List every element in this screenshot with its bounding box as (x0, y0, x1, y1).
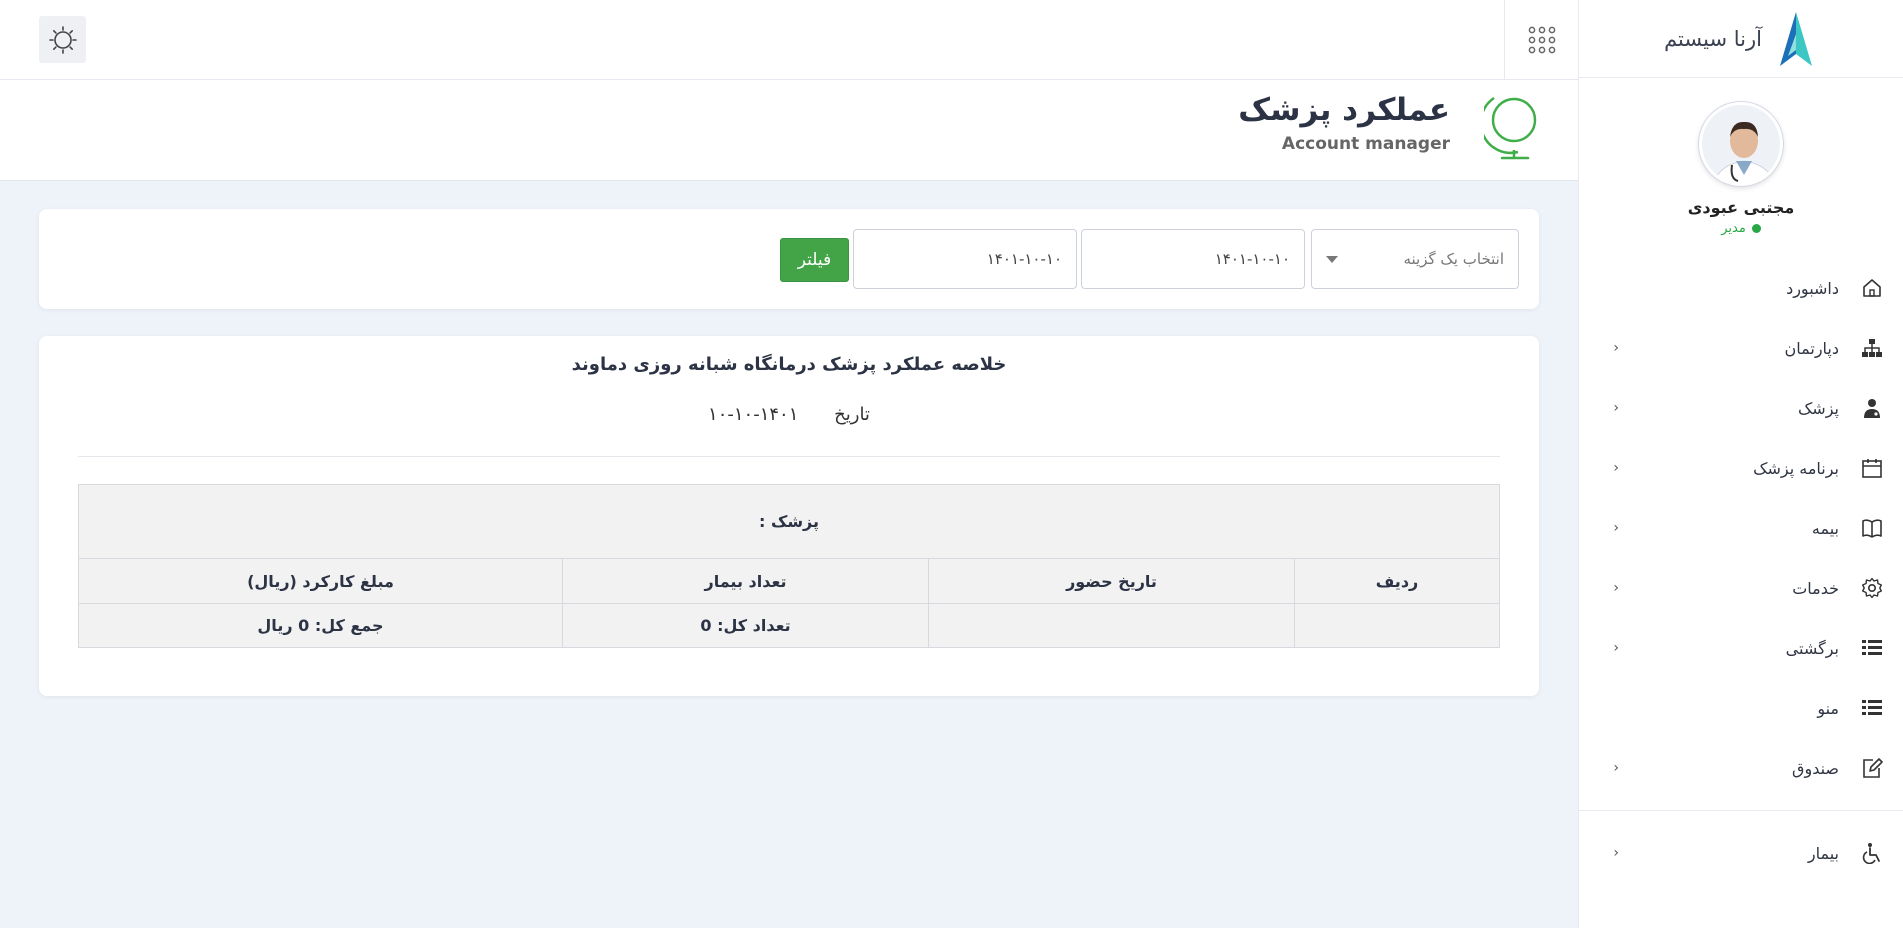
page-title: عملکرد پزشک (1238, 92, 1450, 128)
chevron-left-icon: ‹ (1613, 520, 1619, 536)
doctor-header: پزشک : (78, 484, 1500, 559)
sidebar-item-cashbox[interactable]: صندوق ‹ (1579, 738, 1903, 798)
select-placeholder: انتخاب یک گزینه (1403, 250, 1504, 268)
chevron-left-icon: ‹ (1613, 400, 1619, 416)
column-header: ردیف (1294, 558, 1500, 604)
sidebar-item-patient[interactable]: بیمار ‹ (1579, 823, 1903, 883)
chevron-left-icon: ‹ (1613, 580, 1619, 596)
home-icon (1859, 276, 1885, 300)
sidebar: آرنا سیستم مجتبی عبودی مدیر داشبورد دپار… (1578, 0, 1903, 928)
sidebar-item-label: داشبورد (1786, 278, 1839, 298)
apps-grid-icon (1528, 26, 1555, 53)
sidebar-menu: داشبورد دپارتمان ‹ پزشک ‹ برنامه پزشک ‹ (1579, 258, 1903, 883)
sitemap-icon (1859, 336, 1885, 360)
wheelchair-icon (1859, 841, 1885, 865)
edit-icon (1859, 756, 1885, 780)
sidebar-item-label: منو (1817, 698, 1839, 718)
book-icon (1859, 516, 1885, 540)
user-profile: مجتبی عبودی مدیر (1579, 78, 1903, 236)
date-from-input[interactable] (1081, 229, 1305, 289)
report-title: خلاصه عملکرد پزشک درمانگاه شبانه روزی دم… (571, 354, 1007, 375)
report-date-label: تاریخ (834, 404, 870, 425)
brand-logo-icon (1779, 11, 1812, 66)
chevron-left-icon: ‹ (1613, 845, 1619, 861)
sidebar-item-label: بیمه (1811, 518, 1839, 538)
summary-count: تعداد کل: 0 (562, 603, 929, 648)
column-header: تاریخ حضور (928, 558, 1295, 604)
top-bar (0, 0, 1578, 80)
sidebar-item-label: پزشک (1797, 398, 1839, 418)
page-header: عملکرد پزشک Account manager (0, 80, 1578, 181)
avatar[interactable] (1699, 102, 1783, 186)
column-header: تعداد بیمار (562, 558, 929, 604)
sidebar-item-label: برنامه پزشک (1753, 458, 1839, 478)
user-role: مدیر (1579, 221, 1903, 236)
gear-icon (1859, 576, 1885, 600)
apps-grid-button[interactable] (1504, 0, 1578, 79)
list-icon (1859, 696, 1885, 720)
user-role-label: مدیر (1721, 221, 1746, 236)
sidebar-item-menu[interactable]: منو (1579, 678, 1903, 738)
sidebar-item-dashboard[interactable]: داشبورد (1579, 258, 1903, 318)
column-header: مبلغ کارکرد (ریال) (78, 558, 563, 604)
sidebar-item-doctor-schedule[interactable]: برنامه پزشک ‹ (1579, 438, 1903, 498)
chevron-left-icon: ‹ (1613, 460, 1619, 476)
sidebar-item-insurance[interactable]: بیمه ‹ (1579, 498, 1903, 558)
summary-total: جمع کل: 0 ریال (78, 603, 563, 648)
report-date-value: ۱۴۰۱-۱۰-۱۰ (708, 404, 799, 425)
filter-button[interactable]: فیلتر (780, 238, 849, 282)
sidebar-item-label: خدمات (1792, 578, 1839, 598)
user-name: مجتبی عبودی (1687, 198, 1795, 217)
sidebar-item-returns[interactable]: برگشتی ‹ (1579, 618, 1903, 678)
summary-cell-empty (928, 603, 1295, 648)
brand-name: آرنا سیستم (1664, 26, 1762, 51)
chevron-down-icon (1326, 255, 1338, 263)
sidebar-item-label: بیمار (1807, 843, 1839, 863)
date-to-input[interactable] (853, 229, 1077, 289)
menu-divider (1579, 810, 1903, 811)
globe-icon (1479, 90, 1542, 166)
sidebar-item-doctor[interactable]: پزشک ‹ (1579, 378, 1903, 438)
sidebar-item-label: صندوق (1792, 758, 1839, 778)
chevron-left-icon: ‹ (1613, 760, 1619, 776)
chevron-left-icon: ‹ (1613, 640, 1619, 656)
summary-cell-empty (1294, 603, 1500, 648)
sidebar-item-label: دپارتمان (1784, 338, 1839, 358)
chevron-left-icon: ‹ (1613, 340, 1619, 356)
list-icon (1859, 636, 1885, 660)
filter-card: انتخاب یک گزینه فیلتر (39, 209, 1539, 309)
doctor-select[interactable]: انتخاب یک گزینه (1311, 229, 1519, 289)
sidebar-item-label: برگشتی (1785, 638, 1839, 658)
online-status-dot (1751, 224, 1761, 233)
calendar-icon (1859, 456, 1885, 480)
sun-icon (48, 25, 77, 54)
doctor-icon (1859, 396, 1885, 420)
sidebar-item-department[interactable]: دپارتمان ‹ (1579, 318, 1903, 378)
brand[interactable]: آرنا سیستم (1579, 0, 1903, 78)
page-subtitle: Account manager (1281, 134, 1450, 154)
report-table: پزشک : ردیف تاریخ حضور تعداد بیمار مبلغ … (78, 484, 1500, 648)
theme-toggle-button[interactable] (39, 16, 86, 63)
report-date-line: تاریخ ۱۴۰۱-۱۰-۱۰ (39, 404, 1539, 425)
sidebar-item-services[interactable]: خدمات ‹ (1579, 558, 1903, 618)
report-card: خلاصه عملکرد پزشک درمانگاه شبانه روزی دم… (39, 336, 1539, 696)
divider (78, 456, 1500, 457)
